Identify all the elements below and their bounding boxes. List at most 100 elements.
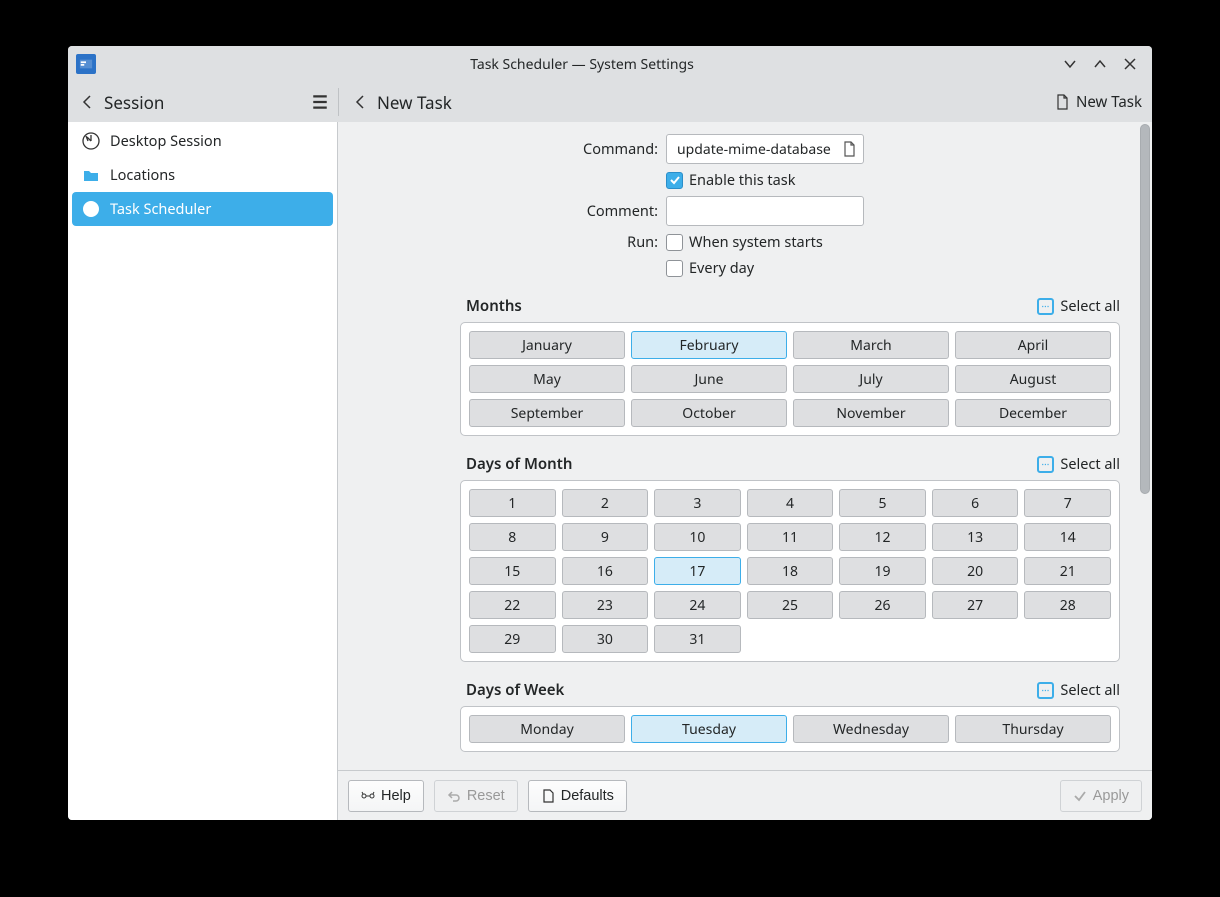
breadcrumb-right: New Task [339,82,1054,122]
month-toggle-december[interactable]: December [955,399,1111,427]
dow-toggle-tuesday[interactable]: Tuesday [631,715,787,743]
month-toggle-july[interactable]: July [793,365,949,393]
run-every-day-checkbox[interactable]: Every day [666,258,754,278]
sidebar-item-label: Locations [110,165,175,185]
section-days-of-month: Days of Month ⋯ Select all 1234567891011… [460,454,1120,662]
dom-toggle-3[interactable]: 3 [654,489,741,517]
dom-toggle-21[interactable]: 21 [1024,557,1111,585]
defaults-button[interactable]: Defaults [528,780,627,812]
month-toggle-may[interactable]: May [469,365,625,393]
sidebar-item-task-scheduler[interactable]: Task Scheduler [72,192,333,226]
dom-toggle-25[interactable]: 25 [747,591,834,619]
enable-task-label: Enable this task [689,170,795,190]
help-icon [361,789,375,803]
month-toggle-april[interactable]: April [955,331,1111,359]
new-task-action[interactable]: New Task [1054,82,1152,122]
checkbox-icon [666,172,683,189]
month-toggle-august[interactable]: August [955,365,1111,393]
days-of-week-select-all[interactable]: ⋯ Select all [1037,680,1120,700]
enable-task-checkbox[interactable]: Enable this task [666,170,795,190]
scrollbar[interactable] [1138,122,1152,770]
dom-toggle-10[interactable]: 10 [654,523,741,551]
comment-input[interactable] [666,196,864,226]
close-button[interactable] [1120,54,1140,74]
command-input[interactable]: update-mime-database [666,134,864,164]
dom-toggle-19[interactable]: 19 [839,557,926,585]
dom-toggle-27[interactable]: 27 [932,591,1019,619]
maximize-button[interactable] [1090,54,1110,74]
month-toggle-november[interactable]: November [793,399,949,427]
help-button[interactable]: Help [348,780,424,812]
dow-toggle-monday[interactable]: Monday [469,715,625,743]
dom-toggle-13[interactable]: 13 [932,523,1019,551]
dom-toggle-28[interactable]: 28 [1024,591,1111,619]
run-every-day-label: Every day [689,258,754,278]
clock-icon [82,200,100,218]
month-toggle-september[interactable]: September [469,399,625,427]
dow-toggle-thursday[interactable]: Thursday [955,715,1111,743]
dom-toggle-22[interactable]: 22 [469,591,556,619]
folder-icon [82,166,100,184]
sidebar-item-locations[interactable]: Locations [72,158,333,192]
dom-toggle-12[interactable]: 12 [839,523,926,551]
dom-toggle-23[interactable]: 23 [562,591,649,619]
month-toggle-june[interactable]: June [631,365,787,393]
app-icon [76,54,96,74]
dom-toggle-24[interactable]: 24 [654,591,741,619]
run-when-system-starts-checkbox[interactable]: When system starts [666,232,823,252]
minimize-button[interactable] [1060,54,1080,74]
select-all-icon: ⋯ [1037,456,1054,473]
dom-toggle-31[interactable]: 31 [654,625,741,653]
window-title: Task Scheduler — System Settings [104,55,1060,74]
apply-button: Apply [1060,780,1142,812]
window-controls [1060,54,1144,74]
dom-toggle-7[interactable]: 7 [1024,489,1111,517]
dom-toggle-11[interactable]: 11 [747,523,834,551]
month-toggle-march[interactable]: March [793,331,949,359]
dom-toggle-14[interactable]: 14 [1024,523,1111,551]
row-run-everyday: Every day [338,258,1138,278]
days-of-month-panel: 1234567891011121314151617181920212223242… [460,480,1120,662]
dom-toggle-9[interactable]: 9 [562,523,649,551]
dom-toggle-17[interactable]: 17 [654,557,741,585]
row-run: Run: When system starts [338,232,1138,252]
checkbox-icon [666,234,683,251]
month-toggle-october[interactable]: October [631,399,787,427]
dom-toggle-16[interactable]: 16 [562,557,649,585]
dom-toggle-20[interactable]: 20 [932,557,1019,585]
month-toggle-january[interactable]: January [469,331,625,359]
back-session-button[interactable] [74,88,102,116]
months-select-all[interactable]: ⋯ Select all [1037,296,1120,316]
comment-label: Comment: [338,201,666,221]
dom-toggle-1[interactable]: 1 [469,489,556,517]
scrollbar-thumb[interactable] [1140,124,1150,494]
dom-toggle-4[interactable]: 4 [747,489,834,517]
dom-toggle-5[interactable]: 5 [839,489,926,517]
breadcrumb-left: Session [68,82,338,122]
back-page-button[interactable] [347,88,375,116]
dom-toggle-2[interactable]: 2 [562,489,649,517]
new-task-label: New Task [1076,92,1142,112]
sidebar-item-desktop-session[interactable]: Desktop Session [72,124,333,158]
days-of-week-panel: MondayTuesdayWednesdayThursday [460,706,1120,752]
form-area: Command: update-mime-database [338,122,1138,770]
dow-toggle-wednesday[interactable]: Wednesday [793,715,949,743]
dom-toggle-29[interactable]: 29 [469,625,556,653]
reset-button: Reset [434,780,518,812]
row-enable: Enable this task [338,170,1138,190]
dom-toggle-15[interactable]: 15 [469,557,556,585]
browse-icon[interactable] [841,141,857,157]
days-of-week-title: Days of Week [466,680,564,700]
days-of-month-select-all[interactable]: ⋯ Select all [1037,454,1120,474]
sidebar-item-label: Task Scheduler [110,199,211,219]
dom-toggle-6[interactable]: 6 [932,489,1019,517]
months-title: Months [466,296,522,316]
dom-toggle-30[interactable]: 30 [562,625,649,653]
month-toggle-february[interactable]: February [631,331,787,359]
menu-button[interactable] [306,88,334,116]
dom-toggle-18[interactable]: 18 [747,557,834,585]
dom-toggle-8[interactable]: 8 [469,523,556,551]
content: Desktop Session Locations Task Scheduler [68,122,1152,820]
desktop-session-icon [82,132,100,150]
dom-toggle-26[interactable]: 26 [839,591,926,619]
